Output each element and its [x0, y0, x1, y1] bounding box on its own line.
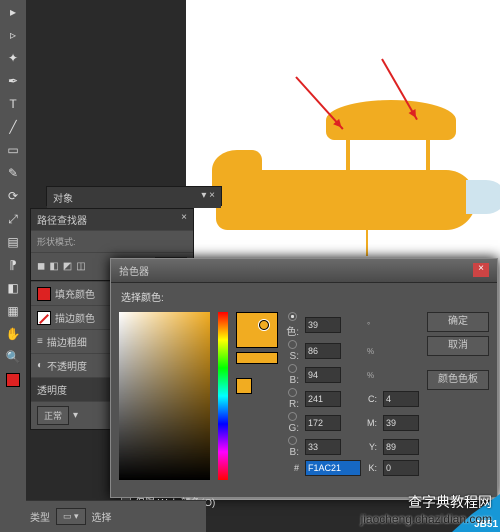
- new-color-preview: [236, 312, 278, 348]
- scale-tool-icon[interactable]: ⤢: [2, 208, 24, 230]
- sat-input[interactable]: [305, 343, 341, 359]
- hand-tool-icon[interactable]: ✋: [2, 323, 24, 345]
- bri-input[interactable]: [305, 367, 341, 383]
- line-tool-icon[interactable]: ╱: [2, 116, 24, 138]
- align-panel-title: 对象: [53, 190, 73, 205]
- g-radio[interactable]: [288, 412, 297, 421]
- b-label: B:: [286, 436, 299, 458]
- align-panel[interactable]: 对象 ▾ ×: [46, 186, 222, 206]
- cancel-button[interactable]: 取消: [427, 336, 489, 356]
- blend-mode-select[interactable]: 正常: [37, 406, 69, 425]
- ok-button[interactable]: 确定: [427, 312, 489, 332]
- plane-gear-shape: [366, 228, 368, 256]
- type-label: 类型: [30, 509, 50, 524]
- k-input[interactable]: [383, 460, 419, 476]
- bri-label: B:: [286, 364, 299, 386]
- swatches-button[interactable]: 颜色色板: [427, 370, 489, 390]
- opacity-label: 不透明度: [47, 358, 87, 373]
- color-cursor-icon[interactable]: [259, 320, 269, 330]
- plane-nose-shape: [466, 180, 500, 214]
- pen-tool-icon[interactable]: ✒: [2, 70, 24, 92]
- dialog-title: 拾色器: [119, 263, 149, 278]
- bri-radio[interactable]: [288, 364, 297, 373]
- artboard-tool-icon[interactable]: ▦: [2, 300, 24, 322]
- r-input[interactable]: [305, 391, 341, 407]
- watermark-top: 查字典教程网: [408, 492, 492, 512]
- minus-front-icon[interactable]: ◧: [49, 261, 58, 272]
- k-label: K:: [367, 463, 377, 473]
- plane-strut: [426, 138, 430, 172]
- unite-icon[interactable]: ◼: [37, 261, 45, 272]
- fill-swatch-icon[interactable]: [37, 287, 51, 301]
- select-color-label: 选择颜色:: [121, 293, 164, 304]
- r-label: R:: [286, 388, 299, 410]
- plane-wing-shape: [326, 100, 456, 140]
- r-radio[interactable]: [288, 388, 297, 397]
- intersect-icon[interactable]: ◩: [63, 261, 72, 272]
- stroke-color-label: 描边颜色: [55, 310, 95, 325]
- old-color-preview[interactable]: [236, 352, 278, 364]
- brush-tool-icon[interactable]: ✎: [2, 162, 24, 184]
- exclude-icon[interactable]: ◫: [76, 261, 85, 272]
- type-tool-icon[interactable]: T: [2, 93, 24, 115]
- nearest-websafe-swatch[interactable]: [236, 378, 252, 394]
- y-label: Y:: [367, 442, 377, 452]
- m-label: M:: [367, 418, 377, 428]
- fill-swatch-icon[interactable]: [2, 369, 24, 391]
- gradient-tool-icon[interactable]: ▤: [2, 231, 24, 253]
- rect-tool-icon[interactable]: ▭: [2, 139, 24, 161]
- g-input[interactable]: [305, 415, 341, 431]
- sat-label: S:: [286, 340, 299, 362]
- transparency-tab[interactable]: 透明度: [37, 382, 67, 397]
- opacity-icon[interactable]: ◐: [37, 360, 43, 371]
- rotate-tool-icon[interactable]: ⟳: [2, 185, 24, 207]
- shape-mode-label: 形状模式:: [37, 235, 76, 248]
- panel-menu-icon[interactable]: ▾ ×: [201, 190, 215, 205]
- sat-radio[interactable]: [288, 340, 297, 349]
- panel-close-icon[interactable]: ×: [181, 212, 187, 227]
- eyedropper-tool-icon[interactable]: ⁋: [2, 254, 24, 276]
- close-icon[interactable]: ×: [473, 263, 489, 277]
- wand-tool-icon[interactable]: ✦: [2, 47, 24, 69]
- watermark-bottom: jiaocheng.chazidian.com: [361, 512, 492, 526]
- c-input[interactable]: [383, 391, 419, 407]
- c-label: C:: [367, 394, 377, 404]
- plane-strut: [346, 138, 350, 172]
- tools-panel: ▸ ▹ ✦ ✒ T ╱ ▭ ✎ ⟳ ⤢ ▤ ⁋ ◧ ▦ ✋ 🔍: [0, 0, 26, 532]
- hex-input[interactable]: [305, 460, 361, 476]
- chevron-down-icon[interactable]: ▾: [73, 410, 78, 421]
- pathfinder-panel-title[interactable]: 路径查找器: [37, 212, 87, 227]
- color-picker-dialog: 拾色器 × 选择颜色: 色:° S:% B:% R:C: G:M: B: [110, 258, 498, 498]
- selection-tool-icon[interactable]: ▸: [2, 1, 24, 23]
- y-input[interactable]: [383, 439, 419, 455]
- b-input[interactable]: [305, 439, 341, 455]
- stroke-weight-label: 描边粗细: [47, 334, 87, 349]
- stroke-weight-icon[interactable]: ≡: [37, 336, 43, 347]
- b-radio[interactable]: [288, 436, 297, 445]
- hue-slider[interactable]: [218, 312, 228, 480]
- blend-tool-icon[interactable]: ◧: [2, 277, 24, 299]
- m-input[interactable]: [383, 415, 419, 431]
- zoom-tool-icon[interactable]: 🔍: [2, 346, 24, 368]
- hue-label: 色:: [286, 312, 299, 338]
- hex-label: #: [286, 463, 299, 473]
- hue-radio[interactable]: [288, 312, 297, 321]
- hue-input[interactable]: [305, 317, 341, 333]
- g-label: G:: [286, 412, 299, 434]
- select-label: 选择: [92, 509, 112, 524]
- annotation-arrow-icon: [295, 76, 343, 129]
- bottom-options-bar: 类型 ▭ ▾ 选择: [26, 500, 206, 532]
- plane-body-shape: [216, 170, 476, 230]
- direct-select-tool-icon[interactable]: ▹: [2, 24, 24, 46]
- fill-color-label: 填充颜色: [55, 286, 95, 301]
- saturation-value-field[interactable]: [119, 312, 210, 480]
- type-select[interactable]: ▭ ▾: [56, 508, 86, 525]
- stroke-swatch-icon[interactable]: [37, 311, 51, 325]
